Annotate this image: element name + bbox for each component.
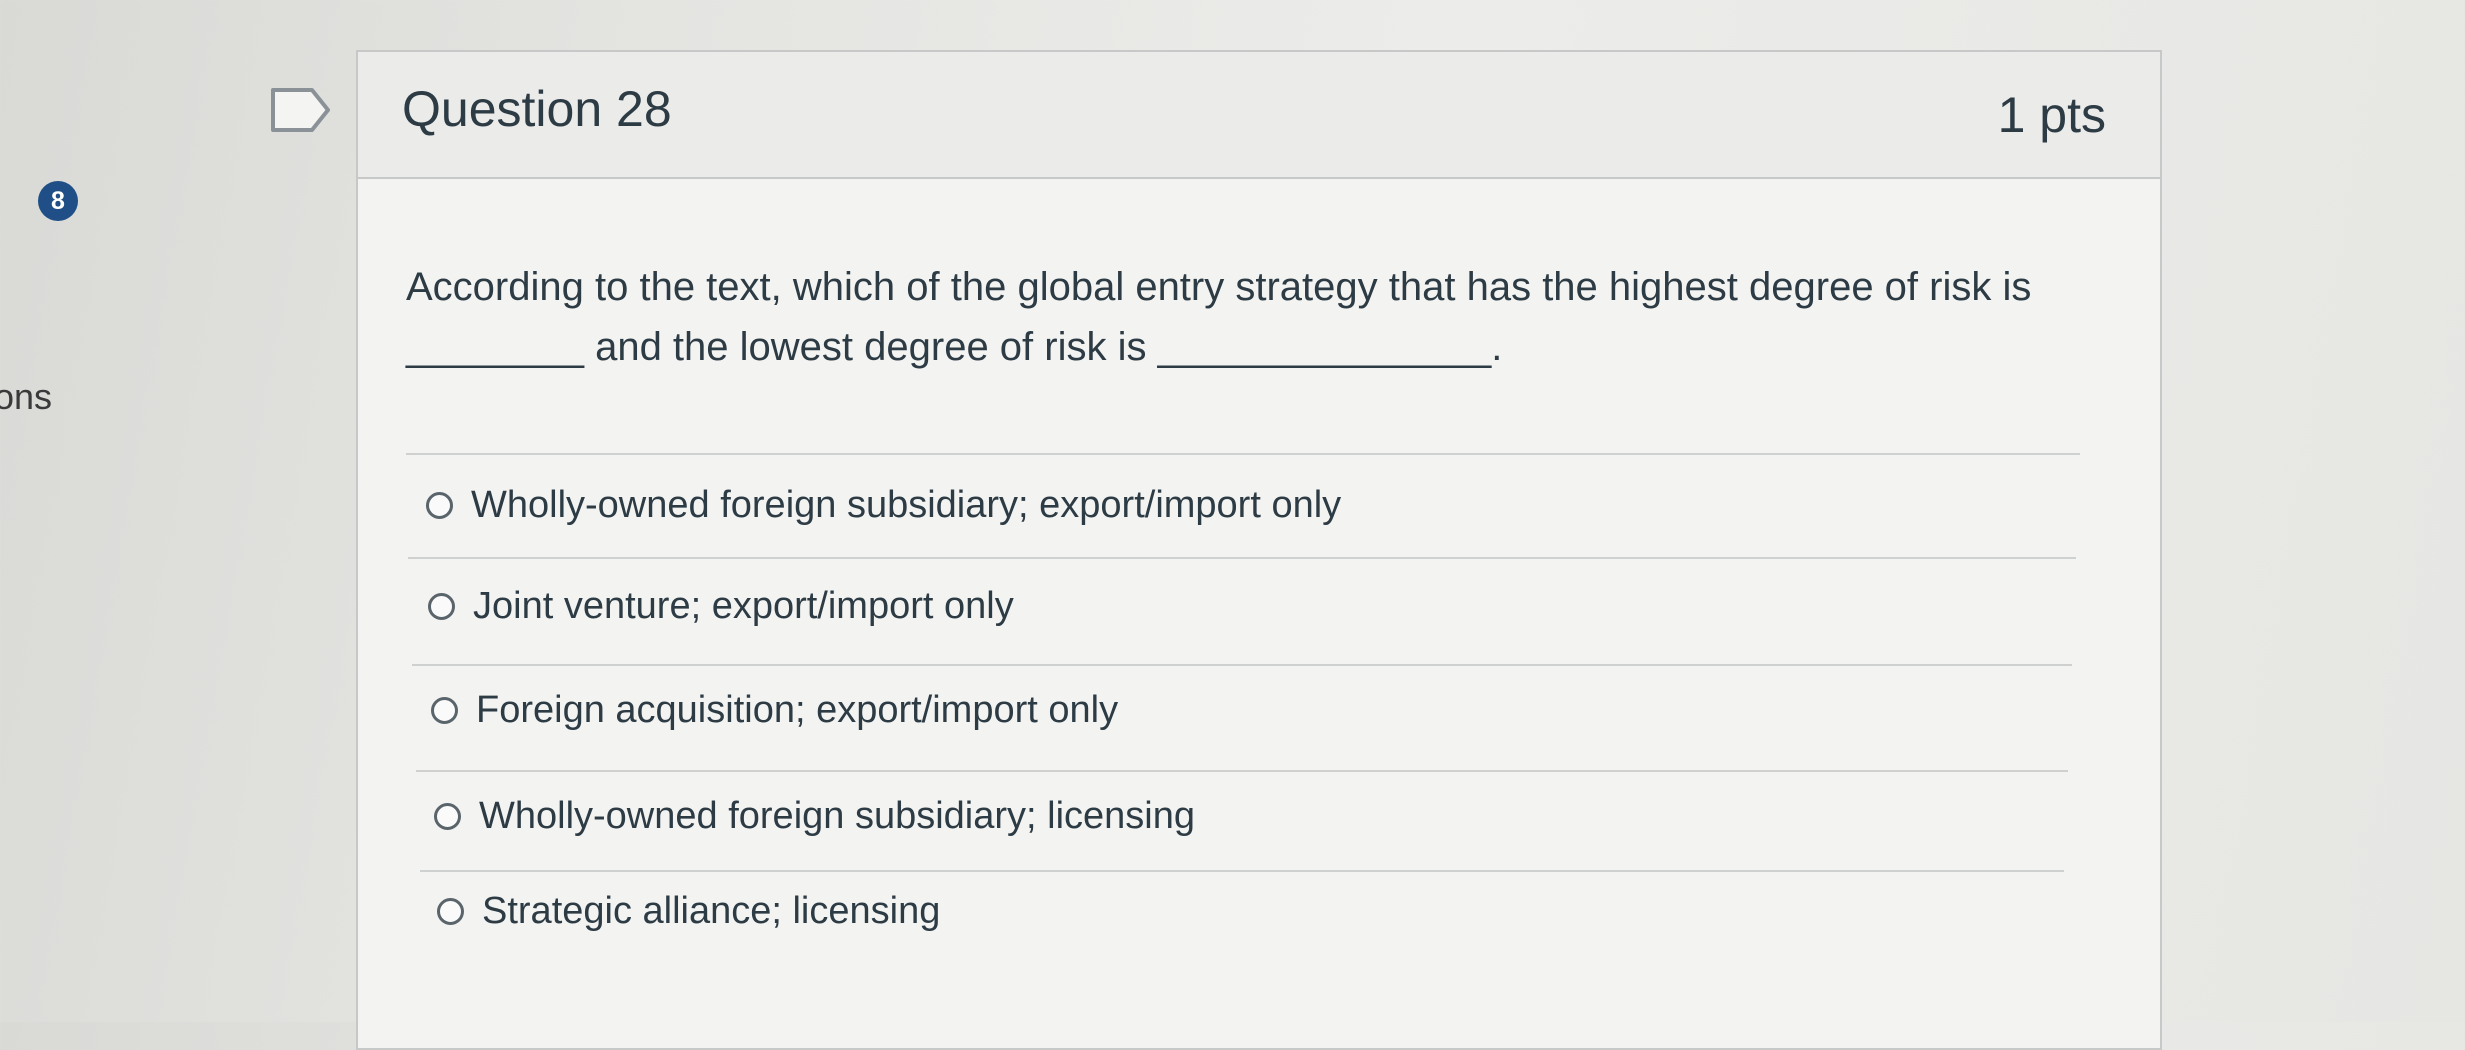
answer-divider <box>420 870 2064 872</box>
answer-option-2[interactable]: Joint venture; export/import only <box>428 581 1014 631</box>
answer-divider <box>416 770 2068 772</box>
answer-option-3[interactable]: Foreign acquisition; export/import only <box>431 685 1118 735</box>
answer-divider <box>412 664 2072 666</box>
question-card: Question 28 1 pts According to the text,… <box>356 50 2162 1050</box>
answer-divider <box>408 557 2076 559</box>
flag-outline-icon[interactable] <box>270 86 332 134</box>
radio-unchecked-icon[interactable] <box>434 802 461 830</box>
question-header: Question 28 1 pts <box>358 52 2160 179</box>
sidebar-partial-label: ons <box>0 376 53 417</box>
answer-label: Wholly-owned foreign subsidiary; licensi… <box>479 794 1196 837</box>
answer-label: Strategic alliance; licensing <box>482 889 941 932</box>
radio-unchecked-icon[interactable] <box>426 491 453 519</box>
question-text: According to the text, which of the glob… <box>406 265 2032 369</box>
answer-option-1[interactable]: Wholly-owned foreign subsidiary; export/… <box>426 480 1341 530</box>
question-points: 1 pts <box>1997 87 2106 143</box>
unanswered-count-badge: 8 <box>38 181 78 221</box>
radio-unchecked-icon[interactable] <box>428 592 455 620</box>
answer-option-4[interactable]: Wholly-owned foreign subsidiary; licensi… <box>434 791 1195 841</box>
answer-label: Foreign acquisition; export/import only <box>476 688 1119 731</box>
answer-label: Wholly-owned foreign subsidiary; export/… <box>471 483 1342 526</box>
answer-divider <box>406 453 2080 455</box>
radio-unchecked-icon[interactable] <box>437 897 464 925</box>
answer-option-5[interactable]: Strategic alliance; licensing <box>437 886 940 936</box>
question-title: Question 28 <box>402 81 672 137</box>
radio-unchecked-icon[interactable] <box>431 696 458 724</box>
answer-label: Joint venture; export/import only <box>473 584 1014 627</box>
